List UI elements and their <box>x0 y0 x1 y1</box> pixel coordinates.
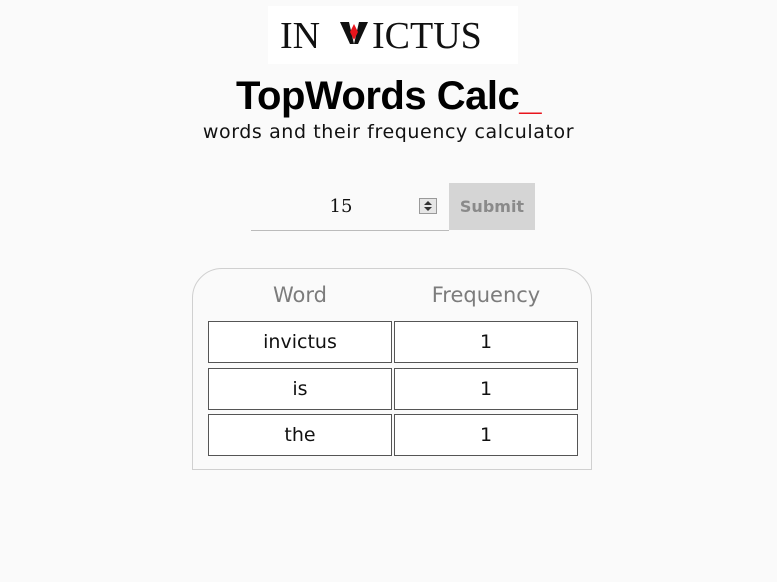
table-cell-frequency: 1 <box>394 368 578 410</box>
table-cell-word: invictus <box>208 321 392 363</box>
title-cursor: _ <box>519 74 541 118</box>
word-count-form: 15 Submit <box>251 183 535 231</box>
page-title: TopWords Calc_ <box>236 72 541 120</box>
invictus-logo: IN ICTUS <box>268 6 518 64</box>
column-header-word: Word <box>273 283 327 307</box>
submit-button[interactable]: Submit <box>449 183 535 230</box>
logo-text-left: IN <box>280 15 320 57</box>
table-cell-frequency: 1 <box>394 321 578 363</box>
page-subtitle: words and their frequency calculator <box>202 121 575 143</box>
logo-text-right: ICTUS <box>372 15 482 57</box>
page-title-text: TopWords Calc <box>236 74 520 118</box>
table-cell-word: the <box>208 414 392 456</box>
number-spinner[interactable] <box>419 198 437 214</box>
word-count-value: 15 <box>329 196 353 217</box>
title-block: TopWords Calc_ <box>0 72 777 120</box>
table-cell-word: is <box>208 368 392 410</box>
results-table: Word Frequency invictus 1 is 1 the 1 <box>192 268 592 470</box>
spin-up-icon[interactable] <box>424 201 432 205</box>
spin-down-icon[interactable] <box>424 207 432 211</box>
logo-v-mark <box>340 22 368 44</box>
table-cell-frequency: 1 <box>394 414 578 456</box>
word-count-input[interactable]: 15 <box>251 183 449 231</box>
invictus-logo-mark: IN ICTUS <box>280 15 482 57</box>
column-header-frequency: Frequency <box>431 283 541 307</box>
